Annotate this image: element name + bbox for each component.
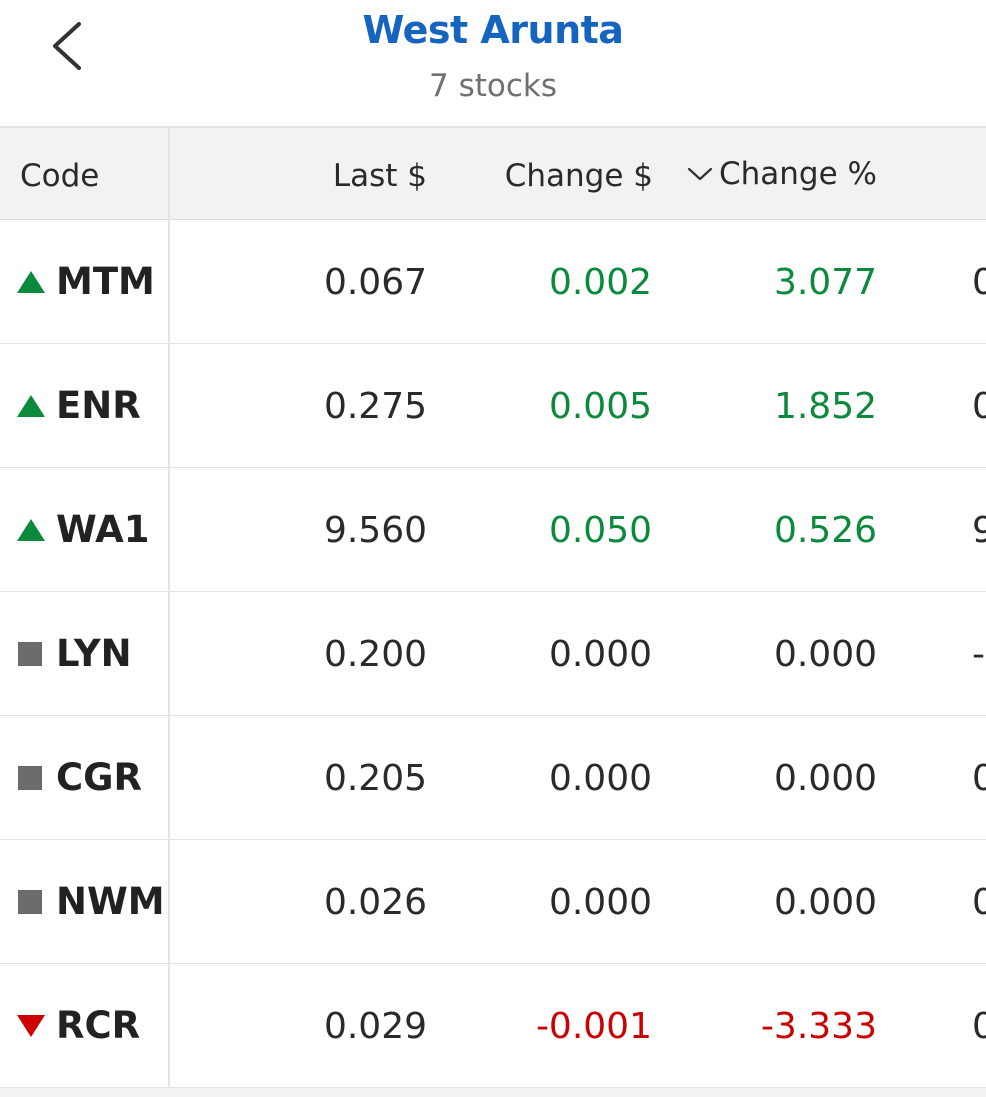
change-value: 0.005 [548, 386, 652, 427]
stock-code: RCR [16, 964, 140, 1088]
change-percent: 0.000 [773, 882, 877, 923]
stock-code: ENR [16, 344, 141, 468]
stock-code-label: LYN [56, 632, 132, 675]
stock-code: MTM [16, 220, 155, 344]
chevron-down-icon [687, 167, 713, 181]
last-price: 0.275 [323, 386, 427, 427]
change-value: 0.050 [548, 510, 652, 551]
stock-code: NWM [16, 840, 165, 964]
last-price: 0.029 [323, 1006, 427, 1047]
top-bar: West Arunta 7 stocks [0, 0, 986, 128]
next-column-value: 0 [972, 386, 986, 427]
table-row[interactable]: ENR 0.275 0.005 1.852 0 [0, 344, 986, 468]
triangle-up-icon [17, 395, 45, 417]
last-price: 0.067 [323, 262, 427, 303]
table-footer [0, 1088, 986, 1097]
next-column-value: - [972, 634, 985, 675]
next-column-value: 0 [972, 758, 986, 799]
stock-code-label: WA1 [56, 508, 150, 551]
last-price: 0.200 [323, 634, 427, 675]
stock-code: WA1 [16, 468, 150, 592]
change-percent: 0.000 [773, 634, 877, 675]
change-percent: 3.077 [773, 262, 877, 303]
table-row[interactable]: RCR 0.029 -0.001 -3.333 0 [0, 964, 986, 1088]
stock-code: LYN [16, 592, 132, 716]
square-icon [18, 890, 42, 914]
change-value: 0.000 [548, 882, 652, 923]
table-row[interactable]: CGR 0.205 0.000 0.000 0 [0, 716, 986, 840]
stocks-table: Code Last $ Change $ Change % MTM 0.067 0.… [0, 128, 986, 1097]
next-column-value: 9 [972, 510, 986, 551]
stock-code-label: ENR [56, 384, 141, 427]
stock-code-label: NWM [56, 880, 165, 923]
next-column-value: 0 [972, 262, 986, 303]
stock-code-label: MTM [56, 260, 155, 303]
square-icon [18, 642, 42, 666]
triangle-down-icon [17, 1015, 45, 1037]
last-price: 0.205 [323, 758, 427, 799]
triangle-up-icon [17, 271, 45, 293]
column-header-change[interactable]: Change $ [505, 128, 653, 220]
next-column-value: 0 [972, 1006, 986, 1047]
column-header-change-pct-label: Change % [719, 156, 877, 192]
change-value: -0.001 [535, 1006, 652, 1047]
column-header-code[interactable]: Code [20, 128, 99, 220]
table-row[interactable]: NWM 0.026 0.000 0.000 0 [0, 840, 986, 964]
stock-code-label: CGR [56, 756, 143, 799]
change-percent: 0.000 [773, 758, 877, 799]
change-percent: 0.526 [773, 510, 877, 551]
change-percent: -3.333 [760, 1006, 877, 1047]
table-row[interactable]: WA1 9.560 0.050 0.526 9 [0, 468, 986, 592]
triangle-up-icon [17, 519, 45, 541]
change-value: 0.002 [548, 262, 652, 303]
last-price: 9.560 [323, 510, 427, 551]
stock-count: 7 stocks [429, 68, 557, 104]
table-row[interactable]: LYN 0.200 0.000 0.000 - [0, 592, 986, 716]
last-price: 0.026 [323, 882, 427, 923]
stock-code-label: RCR [56, 1004, 141, 1047]
change-percent: 1.852 [773, 386, 877, 427]
table-row[interactable]: MTM 0.067 0.002 3.077 0 [0, 220, 986, 344]
table-header: Code Last $ Change $ Change % [0, 128, 986, 220]
column-header-change-pct[interactable]: Change % [687, 128, 877, 220]
change-value: 0.000 [548, 634, 652, 675]
page-title: West Arunta [362, 8, 624, 52]
square-icon [18, 766, 42, 790]
change-value: 0.000 [548, 758, 652, 799]
stock-code: CGR [16, 716, 142, 840]
next-column-value: 0 [972, 882, 986, 923]
column-header-last[interactable]: Last $ [333, 128, 427, 220]
